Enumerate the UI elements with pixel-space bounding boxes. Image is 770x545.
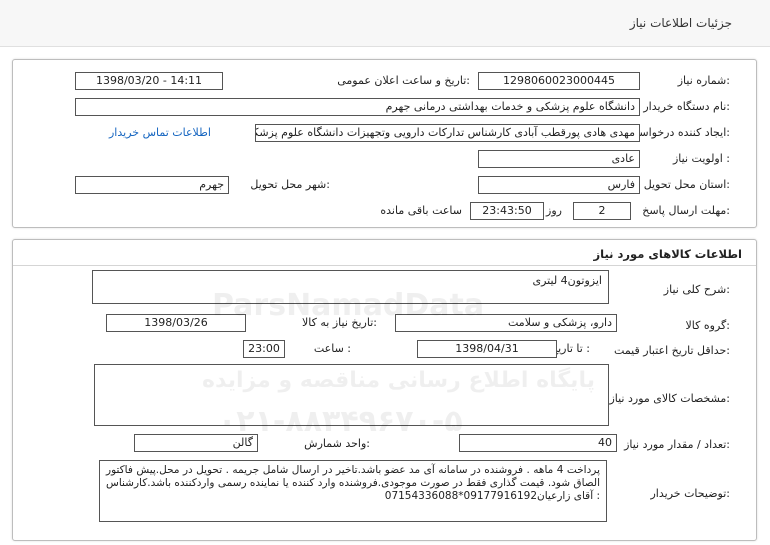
goods-group-field: دارو، پزشکی و سلامت — [395, 314, 617, 332]
unit-label: واحد شمارش: — [304, 437, 370, 450]
general-desc-text: ایزوتون4 لیتری — [532, 274, 603, 287]
announce-date-label: تاریخ و ساعت اعلان عمومی: — [337, 74, 470, 87]
buyer-label: نام دستگاه خریدار: — [643, 100, 730, 113]
page-title: جزئیات اطلاعات نیاز — [629, 16, 732, 30]
hour-label: ساعت : — [313, 342, 351, 355]
page-header: جزئیات اطلاعات نیاز — [0, 0, 770, 47]
priority-label: اولویت نیاز : — [672, 152, 730, 165]
goods-group-label: گروه کالا: — [685, 319, 730, 332]
buyer-notes-box: پرداخت 4 ماهه . فروشنده در سامانه آی مد … — [99, 460, 607, 522]
deadline-label: مهلت ارسال پاسخ: — [642, 204, 730, 217]
price-validity-label: حداقل تاریخ اعتبار قیمت: — [614, 344, 730, 357]
time-left-label: ساعت باقی مانده — [380, 204, 462, 217]
goods-section-title: اطلاعات کالاهای مورد نیاز — [593, 247, 742, 261]
until-date-field: 1398/04/31 — [417, 340, 557, 358]
creator-label: ایجاد کننده درخواست: — [628, 126, 730, 139]
deadline-days-field: 2 — [573, 202, 631, 220]
buyer-contact-link[interactable]: اطلاعات تماس خریدار — [109, 126, 211, 139]
buyer-field: دانشگاه علوم پزشکی و خدمات بهداشتی درمان… — [75, 98, 640, 116]
need-number-field: 1298060023000445 — [478, 72, 640, 90]
need-date-field: 1398/03/26 — [106, 314, 246, 332]
general-desc-label: شرح کلی نیاز: — [663, 283, 730, 296]
delivery-city-field: جهرم — [75, 176, 229, 194]
announce-date-field: 1398/03/20 - 14:11 — [75, 72, 223, 90]
unit-field: گالن — [134, 434, 258, 452]
goods-info-panel: اطلاعات کالاهای مورد نیاز شرح کلی نیاز: … — [12, 239, 757, 541]
need-number-label: شماره نیاز: — [677, 74, 730, 87]
delivery-city-label: شهر محل تحویل: — [250, 178, 330, 191]
delivery-province-field: فارس — [478, 176, 640, 194]
need-info-panel: شماره نیاز: 1298060023000445 تاریخ و ساع… — [12, 59, 757, 228]
priority-field: عادی — [478, 150, 640, 168]
general-desc-box: ایزوتون4 لیتری — [92, 270, 609, 304]
quantity-label: تعداد / مقدار مورد نیاز: — [624, 438, 730, 451]
creator-field: مهدی هادی پورقطب آبادی کارشناس تدارکات د… — [255, 124, 640, 142]
need-date-label: تاریخ نیاز به کالا: — [302, 316, 377, 329]
hour-field: 23:00 — [243, 340, 285, 358]
deadline-time-field: 23:43:50 — [470, 202, 544, 220]
goods-spec-box — [94, 364, 609, 426]
quantity-field: 40 — [459, 434, 617, 452]
delivery-province-label: استان محل تحویل: — [643, 178, 730, 191]
section-divider — [13, 265, 756, 266]
buyer-notes-label: توضیحات خریدار: — [650, 487, 731, 500]
goods-spec-label: مشخصات کالای مورد نیاز: — [609, 392, 730, 405]
